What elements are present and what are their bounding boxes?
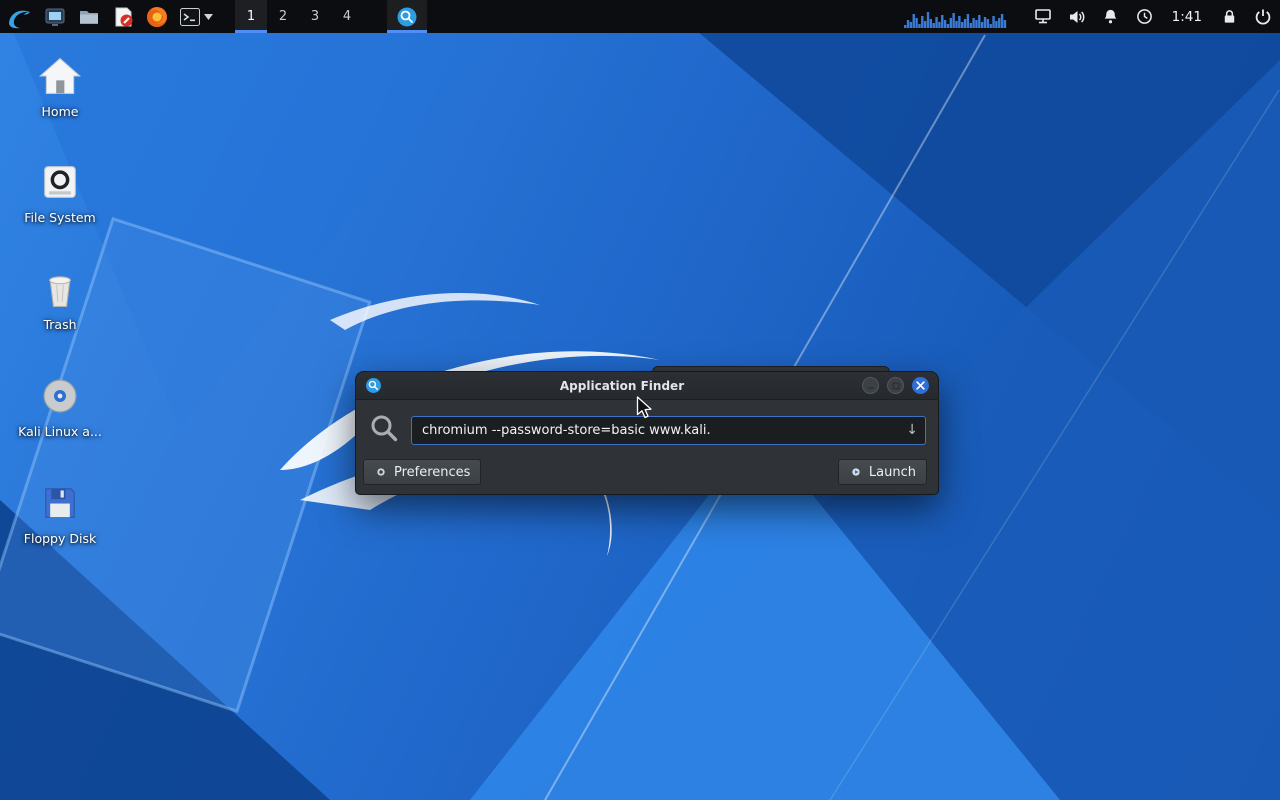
titlebar[interactable]: Application Finder (356, 372, 938, 400)
clock[interactable]: 1:41 (1172, 9, 1202, 25)
desktop-icon-label: File System (24, 210, 96, 225)
window-buttons (862, 377, 929, 394)
file-system-icon (44, 166, 76, 198)
top-panel: 1 2 3 4 1:41 (0, 0, 1280, 33)
file-manager-launcher[interactable] (38, 0, 72, 33)
launch-button[interactable]: Launch (837, 459, 927, 485)
desktop-icon-floppy[interactable]: Floppy Disk (0, 479, 120, 546)
launch-label: Launch (868, 464, 916, 480)
text-editor-launcher[interactable] (106, 0, 140, 33)
firefox-icon (147, 6, 167, 27)
terminal-icon (180, 7, 200, 26)
desktop-icon-trash[interactable]: Trash (0, 265, 120, 332)
launch-icon (852, 468, 860, 476)
workspace-2[interactable]: 2 (267, 0, 299, 33)
cpu-graph[interactable] (903, 6, 1008, 28)
desktop-icon-kali-cd[interactable]: Kali Linux a... (0, 372, 120, 439)
taskbar-application-finder[interactable] (387, 0, 427, 33)
workspace-switcher: 1 2 3 4 (235, 0, 363, 33)
window-title: Application Finder (559, 378, 685, 393)
workspace-4[interactable]: 4 (331, 0, 363, 33)
cdrom-icon (43, 379, 77, 413)
desktop-icon-label: Floppy Disk (23, 531, 97, 546)
lock-screen-button[interactable] (1212, 0, 1246, 33)
preferences-button[interactable]: Preferences (363, 459, 482, 485)
lock-icon (1224, 10, 1234, 23)
preferences-label: Preferences (394, 464, 471, 480)
button-row: Preferences Launch (356, 447, 938, 485)
volume-indicator[interactable] (1060, 0, 1094, 33)
floppy-icon (45, 488, 75, 518)
gear-icon (377, 468, 385, 476)
home-icon (38, 57, 82, 94)
file-manager-icon (45, 8, 65, 26)
command-input[interactable] (411, 415, 926, 445)
maximize-icon (892, 382, 899, 389)
application-finder-window: Application Finder chromium --password-s… (355, 371, 939, 495)
trash-icon (49, 276, 71, 307)
close-button[interactable] (912, 377, 929, 394)
desktop-icon-label: Kali Linux a... (18, 424, 102, 439)
terminal-launcher[interactable] (174, 0, 217, 33)
search-icon (369, 413, 399, 447)
text-editor-icon (115, 7, 133, 26)
display-indicator[interactable] (1026, 0, 1060, 33)
logout-button[interactable] (1246, 0, 1280, 33)
display-icon (1034, 9, 1051, 24)
application-finder-icon (397, 7, 417, 26)
clock-icon (1137, 9, 1153, 24)
clock-indicator[interactable] (1128, 0, 1162, 33)
desktop-icon-file-system[interactable]: File System (0, 158, 120, 225)
maximize-button[interactable] (887, 377, 904, 394)
minimize-button[interactable] (862, 377, 879, 394)
desktop-icon-home[interactable]: Home (0, 52, 120, 119)
logout-icon (1255, 9, 1271, 25)
bell-icon (1104, 9, 1117, 24)
firefox-launcher[interactable] (140, 0, 174, 33)
desktop-icon-label: Trash (43, 317, 77, 332)
desktop-icon-label: Home (41, 104, 79, 119)
folder-icon (80, 10, 98, 24)
kali-logo-icon (9, 10, 30, 28)
cpu-graph-bars (903, 11, 1006, 28)
application-finder-icon (365, 377, 382, 394)
minimize-icon (867, 386, 874, 389)
chevron-down-icon (204, 13, 213, 20)
speaker-icon (1069, 10, 1085, 23)
command-entry: ↓ (411, 415, 926, 445)
workspace-3[interactable]: 3 (299, 0, 331, 33)
applications-menu-button[interactable] (0, 0, 38, 33)
notifications-indicator[interactable] (1094, 0, 1128, 33)
workspace-1[interactable]: 1 (235, 0, 267, 33)
dropdown-arrow-icon[interactable]: ↓ (906, 422, 918, 438)
folder-launcher[interactable] (72, 0, 106, 33)
close-icon (916, 381, 925, 390)
search-row: ↓ (356, 400, 938, 447)
